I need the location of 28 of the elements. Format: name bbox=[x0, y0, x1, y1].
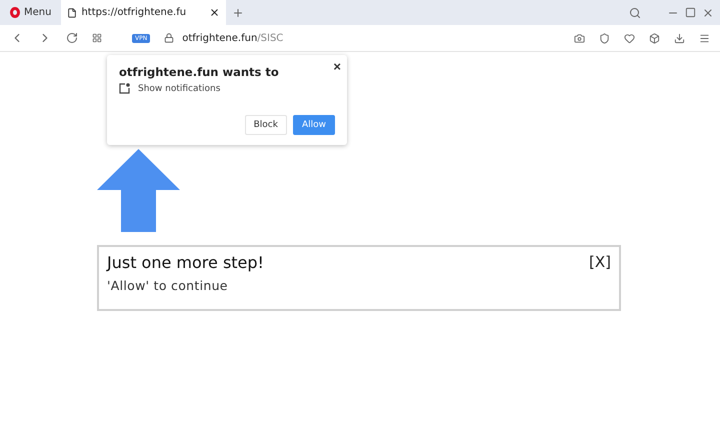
download-icon[interactable] bbox=[674, 32, 685, 44]
browser-tab[interactable]: https://otfrightene.fu bbox=[61, 0, 226, 25]
tab-title: https://otfrightene.fu bbox=[81, 7, 188, 18]
maximize-icon[interactable] bbox=[685, 7, 696, 18]
menu-icon[interactable] bbox=[699, 32, 710, 44]
popup-title: otfrightene.fun wants to bbox=[119, 65, 280, 79]
up-arrow-icon bbox=[97, 149, 180, 232]
address-field[interactable]: otfrightene.fun/SISC bbox=[182, 32, 284, 44]
notice-title: Just one more step! bbox=[107, 253, 264, 272]
search-icon[interactable] bbox=[629, 6, 641, 18]
new-tab-icon[interactable] bbox=[232, 6, 244, 18]
permission-label: Show notifications bbox=[138, 84, 220, 94]
close-icon[interactable] bbox=[209, 7, 220, 18]
close-button[interactable]: × bbox=[333, 59, 341, 74]
heart-icon[interactable] bbox=[624, 32, 635, 44]
notice-message: 'Allow' to continue bbox=[107, 278, 229, 293]
page-icon bbox=[67, 8, 78, 18]
logo-icon bbox=[10, 7, 20, 18]
cube-icon[interactable] bbox=[649, 32, 660, 44]
menu-button[interactable]: Menu bbox=[6, 7, 56, 18]
shield-icon[interactable] bbox=[599, 32, 610, 44]
camera-icon[interactable] bbox=[574, 32, 585, 44]
block-button[interactable]: Block bbox=[244, 115, 287, 135]
reload-icon[interactable] bbox=[66, 32, 78, 44]
notification-icon bbox=[119, 83, 130, 94]
grid-icon[interactable] bbox=[92, 33, 102, 43]
close-button[interactable]: [X] bbox=[589, 253, 611, 271]
lock-icon bbox=[164, 33, 174, 43]
